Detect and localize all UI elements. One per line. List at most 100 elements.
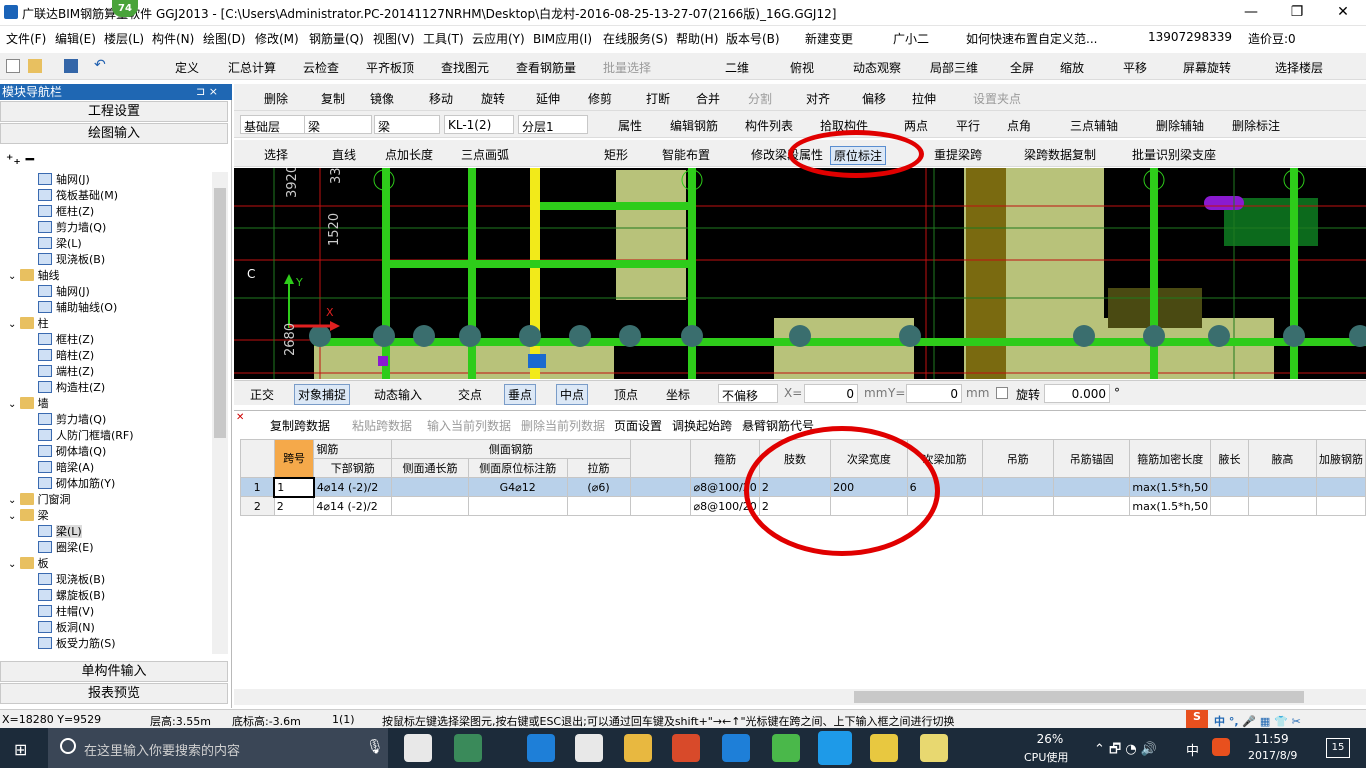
menu-online[interactable]: 在线服务(S) [603,30,668,47]
tree-item[interactable]: 构造柱(Z) [38,380,105,396]
browser-360-icon[interactable] [772,734,800,762]
tree-item[interactable]: 轴网(J) [38,172,90,188]
help-icon[interactable] [920,734,948,762]
align-dropdown[interactable]: 对齐 [806,90,830,107]
tree-item[interactable]: 现浇板(B) [38,572,105,588]
tree-folder[interactable]: ⌄ 梁 [8,508,49,524]
menu-rebar[interactable]: 钢筋量(Q) [309,30,364,47]
tie-cell[interactable] [566,496,631,516]
expand-arrow-icon[interactable]: ⌄ [8,495,20,506]
menu-help[interactable]: 帮助(H) [676,30,718,47]
mirror-button[interactable]: 镜像 [370,90,394,107]
taskview-icon[interactable] [404,734,432,762]
cad-drawing[interactable]: C Y X 3920 1520 2680 33 [234,168,1366,379]
menu-tools[interactable]: 工具(T) [423,30,464,47]
grid-h-scrollbar[interactable] [234,689,1366,705]
split-button[interactable]: 分割 [748,90,772,107]
tree-item[interactable]: 框柱(Z) [38,204,94,220]
menu-account[interactable]: 13907298339 [1148,30,1232,44]
taskbar-search[interactable]: 在这里输入你要搜索的内容 🎙 [48,728,388,768]
page-setup-button[interactable]: 页面设置 [614,417,662,434]
drawing-canvas[interactable]: C Y X 3920 1520 2680 33 [234,168,1366,379]
report-preview-button[interactable]: 报表预览 [0,683,228,704]
dense-len-cell[interactable]: max(1.5*h,50 [1129,477,1212,497]
input-current-column-button[interactable]: 输入当前列数据 [427,417,511,434]
offset-select[interactable]: 不偏移 [718,384,778,403]
delete-button[interactable]: 删除 [264,90,288,107]
ime-indicator[interactable]: 中 [1186,740,1199,759]
ortho-toggle[interactable]: 正交 [250,386,274,403]
view-rebar-qty-button[interactable]: 查看钢筋量 [516,59,576,76]
select-dropdown[interactable]: 选择 [264,146,288,163]
copy-span-data-button[interactable]: 复制跨数据 [270,417,330,434]
tree-folder[interactable]: ⌄ 墙 [8,396,49,412]
member-select[interactable]: KL-1(2) [444,115,514,134]
hanger-anchor-cell[interactable] [1052,477,1131,497]
new-file-icon[interactable] [6,59,20,73]
app-launcher-icon[interactable] [454,734,482,762]
sogou-ime-icon[interactable]: S [1186,710,1208,728]
reextract-span-dropdown[interactable]: 重提梁跨 [934,146,982,163]
menu-bim[interactable]: BIM应用(I) [533,30,592,47]
panel-close-icon[interactable]: ✕ [236,412,244,423]
tree-item[interactable]: 现浇板(B) [38,252,105,268]
swap-start-span-button[interactable]: 调换起始跨 [672,417,732,434]
paste-span-data-button[interactable]: 粘贴跨数据 [352,417,412,434]
menu-draw[interactable]: 绘图(D) [203,30,246,47]
side-orig-cell[interactable] [467,496,568,516]
notes-icon[interactable] [870,734,898,762]
three-point-arc-dropdown[interactable]: 三点画弧 [461,146,509,163]
cloud-check-button[interactable]: 云检查 [303,59,339,76]
hanger-cell[interactable] [981,477,1054,497]
tree-item[interactable]: 梁(L) [38,236,82,252]
top-view-dropdown[interactable]: 俯视 [790,59,814,76]
drawing-input-button[interactable]: 绘图输入 [0,123,228,144]
rotate-input[interactable]: 0.000 [1044,384,1110,403]
undo-icon[interactable]: ↶ [94,58,108,73]
batch-select-button[interactable]: 批量选择 [603,59,651,76]
menu-guangxiaoer[interactable]: 广小二 [893,30,929,47]
panel-pin-icon[interactable]: ⊐ × [196,85,218,98]
select-floor-button[interactable]: 选择楼层 [1275,59,1323,76]
expand-arrow-icon[interactable]: ⌄ [8,319,20,330]
notification-center[interactable]: 15 [1326,738,1350,758]
three-point-axis-button[interactable]: 三点辅轴 [1070,117,1118,134]
coordinate-snap[interactable]: 坐标 [666,386,690,403]
midpoint-snap[interactable]: 中点 [556,384,589,405]
haunch-h-cell[interactable] [1247,496,1317,516]
break-button[interactable]: 打断 [646,90,670,107]
tree-item[interactable]: 螺旋板(B) [38,588,105,604]
menu-view[interactable]: 视图(V) [373,30,415,47]
delete-current-column-button[interactable]: 删除当前列数据 [521,417,605,434]
menu-file[interactable]: 文件(F) [6,30,46,47]
dense-len-cell[interactable]: max(1.5*h,50 [1129,496,1212,516]
perpendicular-snap[interactable]: 垂点 [504,384,537,405]
haunch-len-cell[interactable] [1210,477,1249,497]
menu-modify[interactable]: 修改(M) [255,30,299,47]
tree-item[interactable]: 砌体加筋(Y) [38,476,115,492]
hanger-anchor-cell[interactable] [1052,496,1131,516]
haunch-bar-cell[interactable] [1315,496,1366,516]
haunch-len-cell[interactable] [1210,496,1249,516]
single-member-input-button[interactable]: 单构件输入 [0,661,228,682]
move-button[interactable]: 移动 [429,90,453,107]
span-data-copy-dropdown[interactable]: 梁跨数据复制 [1024,146,1096,163]
fullscreen-button[interactable]: 全屏 [1010,59,1034,76]
haunch-h-cell[interactable] [1247,477,1317,497]
calculate-button[interactable]: 汇总计算 [228,59,276,76]
row-index[interactable]: 2 [240,496,275,516]
active-app-icon[interactable] [818,731,852,765]
zoom-dropdown[interactable]: 缩放 [1060,59,1084,76]
layer-select[interactable]: 分层1 [518,115,588,134]
span-cell[interactable]: 1 [273,476,315,498]
trim-button[interactable]: 修剪 [588,90,612,107]
parallel-button[interactable]: 平行 [956,117,980,134]
haunch-bar-cell[interactable] [1315,477,1366,497]
tree-item[interactable]: 人防门框墙(RF) [38,428,134,444]
tree-folder[interactable]: ⌄ 轴线 [8,268,60,284]
tree-item[interactable]: 柱帽(V) [38,604,94,620]
tray-icons[interactable]: ⌃ 🗗 ◔ 🔊 [1094,740,1157,762]
x-input[interactable]: 0 [804,384,858,403]
menu-help-link[interactable]: 如何快速布置自定义范... [966,30,1097,47]
point-length-button[interactable]: 点加长度 [385,146,433,163]
